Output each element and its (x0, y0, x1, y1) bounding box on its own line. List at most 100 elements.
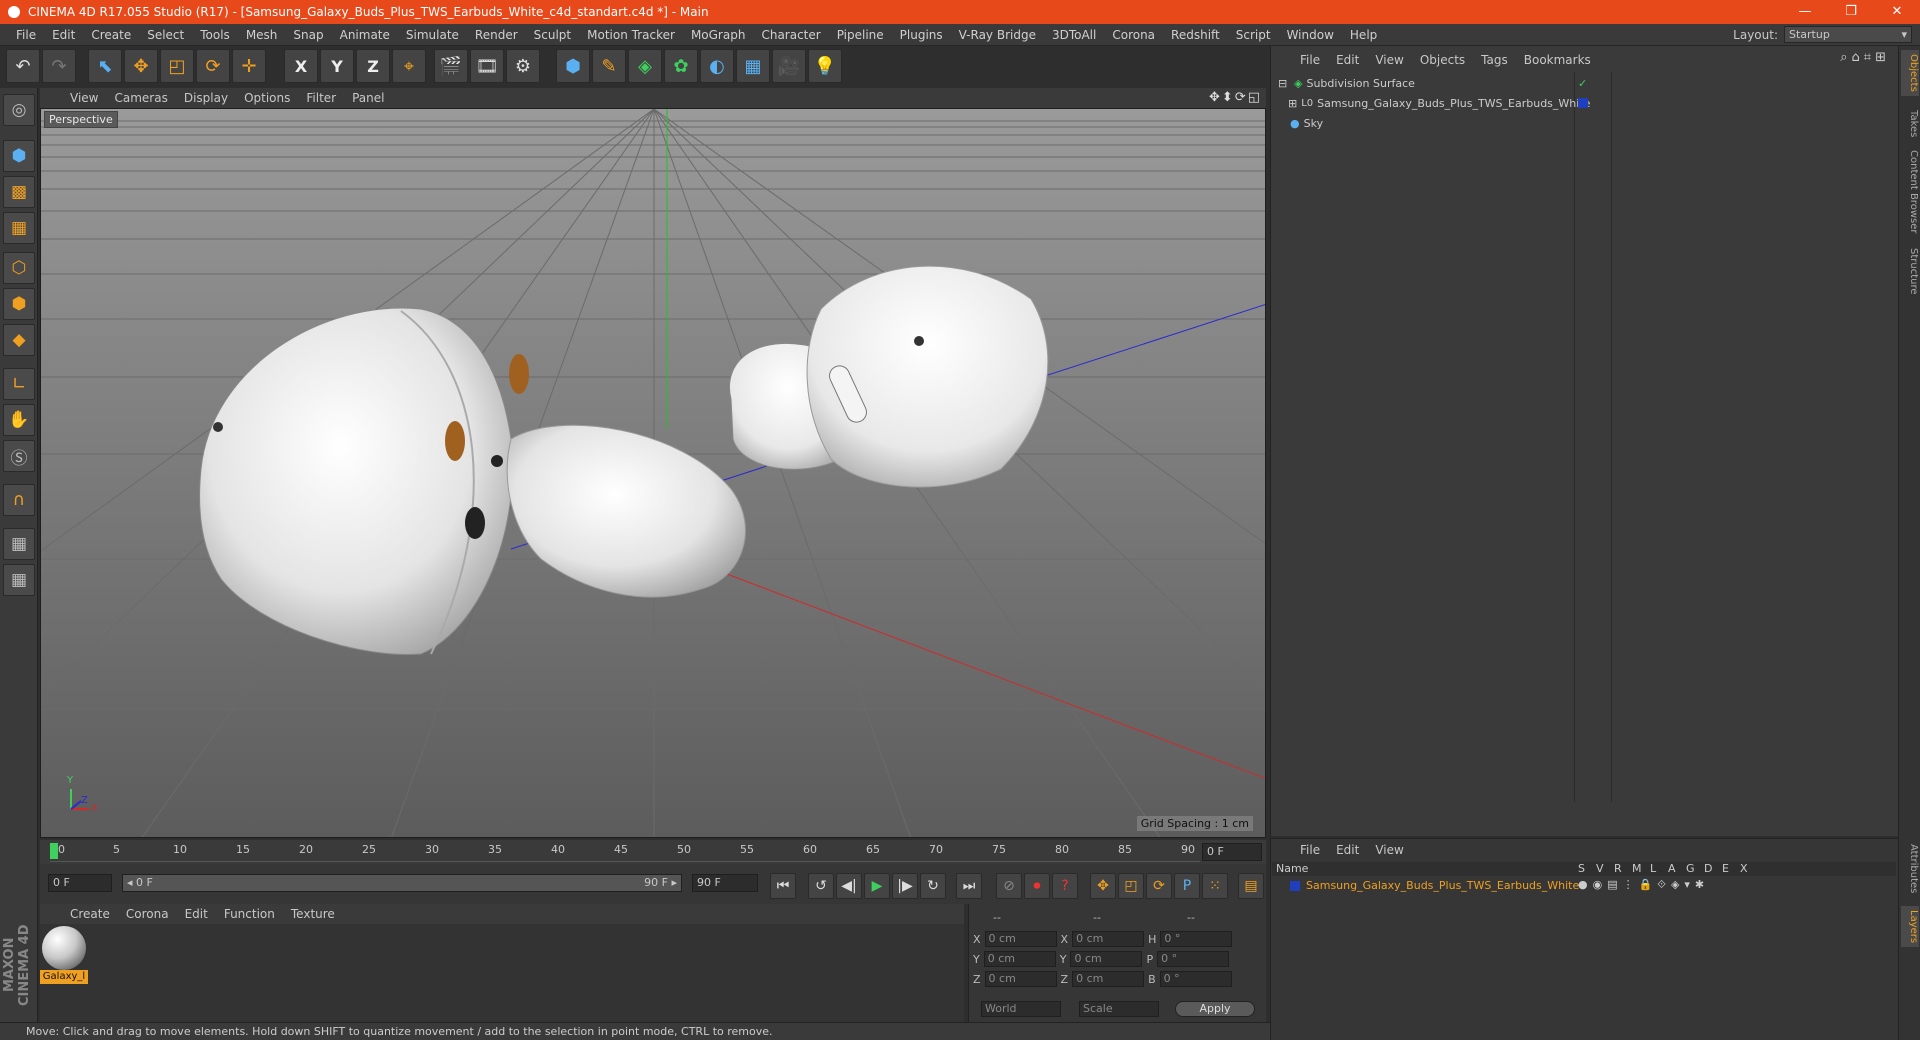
planar-workplane-icon[interactable]: ▦ (3, 564, 35, 596)
material-menu-function[interactable]: Function (216, 907, 283, 921)
object-manager-search-icon[interactable]: ⌕⌂⌗⊞ (1840, 50, 1890, 65)
menu-pipeline[interactable]: Pipeline (829, 28, 892, 42)
z-axis-button[interactable]: Z (356, 49, 390, 83)
viewport-menu-view[interactable]: View (62, 91, 106, 105)
material-menu-create[interactable]: Create (62, 907, 118, 921)
viewport-menu-display[interactable]: Display (176, 91, 236, 105)
array-button[interactable]: ✿ (664, 49, 698, 83)
end-frame-field[interactable]: 90 F (692, 874, 758, 892)
previous-frame-button[interactable]: ◀| (836, 873, 862, 899)
key-pla-button[interactable]: ⁙ (1202, 873, 1228, 899)
record-button[interactable]: ⏺ (1024, 873, 1050, 899)
layer-menu-edit[interactable]: Edit (1328, 843, 1367, 857)
last-tool-button[interactable]: ✛ (232, 49, 266, 83)
playhead-marker[interactable] (50, 843, 58, 859)
menu-plugins[interactable]: Plugins (892, 28, 951, 42)
position-z-field[interactable]: 0 cm (984, 971, 1057, 987)
object-menu-view[interactable]: View (1367, 53, 1411, 67)
menu-tools[interactable]: Tools (192, 28, 238, 42)
record-keys-off-button[interactable]: ⊘ (996, 873, 1022, 899)
current-frame-field[interactable]: 0 F (1202, 843, 1262, 861)
rotate-tool-button[interactable]: ⟳ (196, 49, 230, 83)
menu-help[interactable]: Help (1342, 28, 1385, 42)
undo-button[interactable]: ↶ (6, 49, 40, 83)
pen-spline-button[interactable]: ✎ (592, 49, 626, 83)
next-frame-button[interactable]: |▶ (892, 873, 918, 899)
menu-mograph[interactable]: MoGraph (683, 28, 754, 42)
size-z-field[interactable]: 0 cm (1072, 971, 1145, 987)
tab-layers[interactable]: Layers (1901, 906, 1919, 948)
size-x-field[interactable]: 0 cm (1072, 931, 1145, 947)
layer-row[interactable]: Samsung_Galaxy_Buds_Plus_TWS_Earbuds_Whi… (1272, 878, 1896, 894)
cube-object-button[interactable]: ⬢ (556, 49, 590, 83)
tweak-mode-icon[interactable]: ✋ (3, 404, 35, 436)
redo-button[interactable]: ↷ (42, 49, 76, 83)
snap-icon[interactable]: ∩ (3, 484, 35, 516)
layer-color-swatch[interactable] (1578, 98, 1588, 108)
3d-viewport[interactable]: Perspective Y X Z Grid Spacing : 1 cm (40, 108, 1266, 838)
rotation-h-field[interactable]: 0 ° (1160, 931, 1233, 947)
auto-key-button[interactable]: ? (1052, 873, 1078, 899)
texture-mode-icon[interactable]: ▩ (3, 176, 35, 208)
viewport-menu-filter[interactable]: Filter (298, 91, 344, 105)
scale-tool-button[interactable]: ◰ (160, 49, 194, 83)
timeline-window-button[interactable]: ▤ (1238, 873, 1264, 899)
close-button[interactable]: ✕ (1874, 0, 1920, 24)
y-axis-button[interactable]: Y (320, 49, 354, 83)
menu-animate[interactable]: Animate (332, 28, 398, 42)
layer-color-swatch[interactable] (1290, 881, 1300, 891)
menu-3dtoall[interactable]: 3DToAll (1044, 28, 1104, 42)
layer-menu-file[interactable]: File (1292, 843, 1328, 857)
menu-character[interactable]: Character (753, 28, 828, 42)
camera-button[interactable]: 🎥 (772, 49, 806, 83)
menu-corona[interactable]: Corona (1104, 28, 1163, 42)
menu-create[interactable]: Create (83, 28, 139, 42)
material-menu-edit[interactable]: Edit (177, 907, 216, 921)
next-key-button[interactable]: ↻ (920, 873, 946, 899)
coordinate-system-button[interactable]: ⌖ (392, 49, 426, 83)
menu-select[interactable]: Select (139, 28, 192, 42)
menu-simulate[interactable]: Simulate (398, 28, 467, 42)
floor-button[interactable]: ▦ (736, 49, 770, 83)
previous-key-button[interactable]: ↺ (808, 873, 834, 899)
viewport-menu-panel[interactable]: Panel (344, 91, 392, 105)
menu-sculpt[interactable]: Sculpt (526, 28, 579, 42)
material-menu-texture[interactable]: Texture (283, 907, 343, 921)
workplane-icon[interactable]: ▦ (3, 212, 35, 244)
preview-range-slider[interactable]: ◂ 0 F 90 F ▸ (122, 874, 682, 892)
key-position-button[interactable]: ✥ (1090, 873, 1116, 899)
tab-content-browser[interactable]: Content Browser (1901, 146, 1919, 237)
go-to-end-button[interactable]: ⏭ (956, 873, 982, 899)
menu-edit[interactable]: Edit (44, 28, 83, 42)
menu-vray-bridge[interactable]: V-Ray Bridge (951, 28, 1044, 42)
start-frame-field[interactable]: 0 F (48, 874, 112, 892)
expand-icon[interactable]: ⊟ (1278, 77, 1290, 90)
points-mode-icon[interactable]: ⬡ (3, 252, 35, 284)
timeline-ruler[interactable]: 0 5 10 15 20 25 30 35 40 45 50 55 60 65 … (40, 840, 1266, 864)
subdivision-surface-button[interactable]: ◈ (628, 49, 662, 83)
material-name-label[interactable]: Galaxy_l (40, 970, 88, 984)
deformer-button[interactable]: ◐ (700, 49, 734, 83)
object-menu-objects[interactable]: Objects (1412, 53, 1473, 67)
material-menu-corona[interactable]: Corona (118, 907, 177, 921)
viewport-navigation-icon[interactable]: ✥⬍⟳◱ (1209, 90, 1262, 105)
x-axis-button[interactable]: X (284, 49, 318, 83)
object-row[interactable]: ⊟ ◈ Subdivision Surface ✓ (1272, 74, 1587, 92)
light-button[interactable]: 💡 (808, 49, 842, 83)
minimize-button[interactable]: — (1782, 0, 1828, 24)
play-button[interactable]: ▶ (864, 873, 890, 899)
render-picture-viewer-button[interactable]: 🎞 (470, 49, 504, 83)
rotation-p-field[interactable]: 0 ° (1157, 951, 1230, 967)
object-menu-edit[interactable]: Edit (1328, 53, 1367, 67)
object-menu-bookmarks[interactable]: Bookmarks (1516, 53, 1599, 67)
menu-snap[interactable]: Snap (285, 28, 331, 42)
apply-button[interactable]: Apply (1175, 1001, 1255, 1017)
move-tool-button[interactable]: ✥ (124, 49, 158, 83)
render-view-button[interactable]: 🎬 (434, 49, 468, 83)
layout-select[interactable]: Startup (1784, 26, 1912, 43)
restore-button[interactable]: ❐ (1828, 0, 1874, 24)
coordinate-space-select[interactable]: World (981, 1001, 1061, 1017)
polygons-mode-icon[interactable]: ◆ (3, 324, 35, 356)
size-mode-select[interactable]: Scale (1079, 1001, 1159, 1017)
render-settings-button[interactable]: ⚙ (506, 49, 540, 83)
